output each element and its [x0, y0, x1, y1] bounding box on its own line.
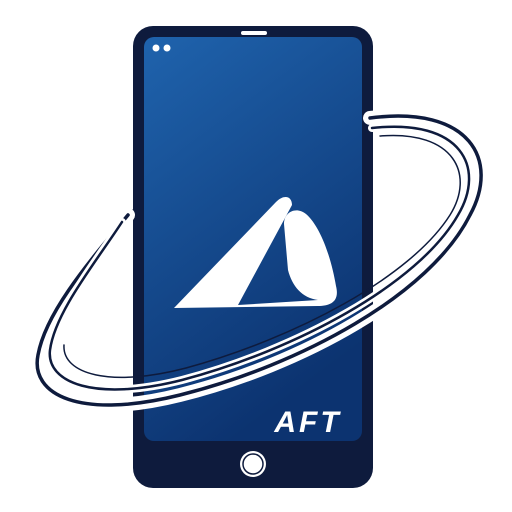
aft-logo: AFT [0, 0, 512, 512]
brand-text: AFT [273, 406, 341, 439]
aft-logo-graphic: AFT [30, 26, 489, 488]
home-button-icon [240, 451, 266, 477]
